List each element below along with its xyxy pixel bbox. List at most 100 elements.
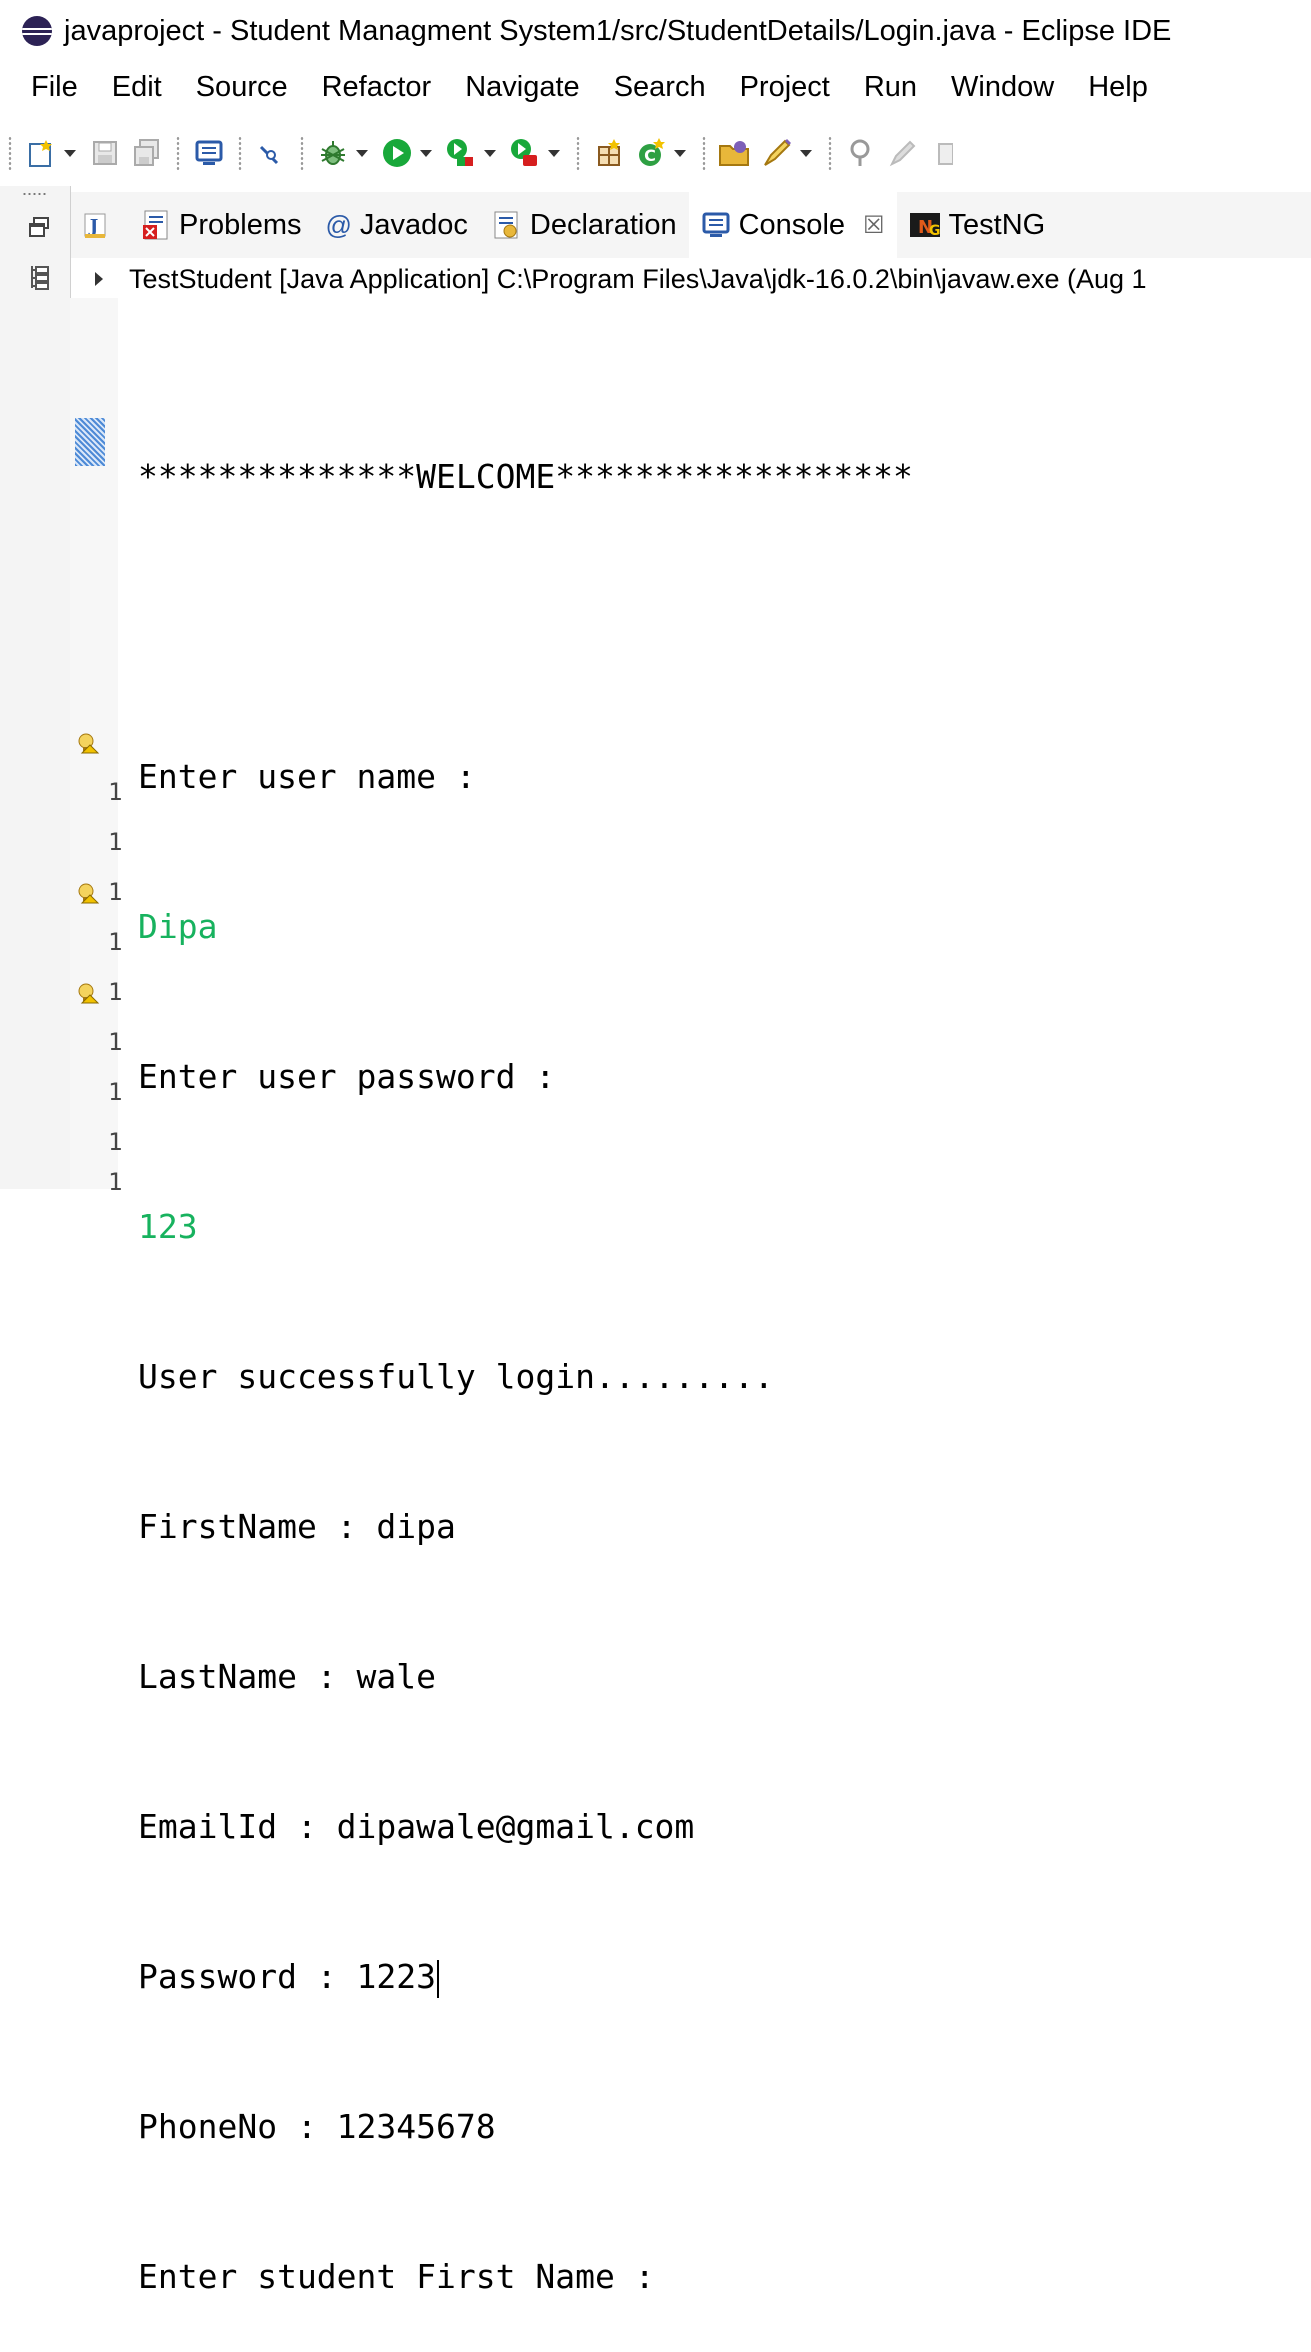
open-task-icon[interactable] <box>760 135 794 171</box>
menu-project[interactable]: Project <box>723 71 847 104</box>
warning-lightbulb-icon[interactable] <box>76 981 100 1005</box>
expand-arrow-icon[interactable] <box>95 272 103 286</box>
menu-search[interactable]: Search <box>597 71 723 104</box>
svg-text:G: G <box>929 223 941 239</box>
problems-icon <box>141 209 171 241</box>
open-console-icon[interactable] <box>192 135 226 171</box>
console-line: Enter student First Name : <box>138 2257 655 2296</box>
console-line: **************WELCOME****************** <box>138 457 913 496</box>
menu-navigate[interactable]: Navigate <box>448 71 596 104</box>
save-icon[interactable] <box>88 135 122 171</box>
line-number: 1 <box>108 878 123 906</box>
tab-label: Declaration <box>529 208 677 241</box>
console-line: PhoneNo : 12345678 <box>138 2107 496 2146</box>
tab-declaration[interactable]: Declaration <box>480 192 689 258</box>
console-line-text: Password : 1223 <box>138 1957 437 1996</box>
menu-run[interactable]: Run <box>847 71 934 104</box>
coverage-dropdown-icon[interactable] <box>482 135 498 171</box>
show-whitespace-icon[interactable] <box>928 135 962 171</box>
tab-label: Javadoc <box>359 208 468 241</box>
toolbar-separator <box>238 136 242 170</box>
console-line: Password : 1223 <box>138 1952 913 2002</box>
svg-text:J: J <box>88 216 99 237</box>
menu-source[interactable]: Source <box>179 71 305 104</box>
menu-file[interactable]: File <box>14 71 95 104</box>
toolbar-separator <box>8 136 12 170</box>
tab-label: TestNG <box>948 208 1046 241</box>
new-file-icon[interactable] <box>24 135 58 171</box>
task-dropdown-icon[interactable] <box>798 135 814 171</box>
menu-window[interactable]: Window <box>934 71 1071 104</box>
external-tools-dropdown-icon[interactable] <box>546 135 562 171</box>
dock-grip[interactable] <box>22 192 48 196</box>
toolbar-separator <box>300 136 304 170</box>
toggle-mark-occurrences-icon[interactable] <box>844 135 878 171</box>
tab-testng[interactable]: NG TestNG <box>897 192 1058 258</box>
menu-help[interactable]: Help <box>1071 71 1165 104</box>
menu-refactor[interactable]: Refactor <box>305 71 449 104</box>
tab-label: Problems <box>179 208 302 241</box>
hierarchy-icon[interactable] <box>26 264 52 295</box>
new-class-dropdown-icon[interactable] <box>672 135 688 171</box>
coverage-icon[interactable] <box>444 135 478 171</box>
close-icon[interactable]: ☒ <box>863 211 885 240</box>
skip-breakpoints-icon[interactable] <box>254 135 288 171</box>
console-line: Enter user password : <box>138 1057 556 1096</box>
tab-junit[interactable]: J <box>71 192 129 258</box>
restore-icon[interactable] <box>28 216 50 243</box>
open-type-icon[interactable] <box>718 135 752 171</box>
junit-icon: J <box>83 210 109 240</box>
console-line: FirstName : dipa <box>138 1507 456 1546</box>
tab-problems[interactable]: Problems <box>129 192 314 258</box>
text-caret <box>437 1959 440 1998</box>
tab-javadoc[interactable]: @ Javadoc <box>314 192 480 258</box>
console-process-row: TestStudent [Java Application] C:\Progra… <box>71 260 1311 298</box>
line-number: 1 <box>108 828 123 856</box>
tab-label: Console <box>738 208 846 241</box>
javadoc-icon: @ <box>325 209 352 240</box>
line-number: 1 <box>108 978 123 1006</box>
warning-lightbulb-icon[interactable] <box>76 881 100 905</box>
view-tab-strip: J Problems @ Javadoc Declaration Console… <box>71 192 1311 258</box>
toolbar-separator <box>828 136 832 170</box>
line-number: 1 <box>108 1128 123 1156</box>
line-number: 1 <box>108 1028 123 1056</box>
pencil-icon[interactable] <box>886 135 920 171</box>
main-toolbar: C <box>0 124 1311 182</box>
new-java-class-icon[interactable]: C <box>634 135 668 171</box>
new-java-package-icon[interactable] <box>592 135 626 171</box>
console-icon <box>701 210 731 240</box>
debug-dropdown-icon[interactable] <box>354 135 370 171</box>
console-input-line: Dipa <box>138 907 218 946</box>
run-icon[interactable] <box>380 135 414 171</box>
toolbar-separator <box>576 136 580 170</box>
line-number: 1 <box>108 1078 123 1106</box>
console-process-label: TestStudent [Java Application] C:\Progra… <box>129 263 1147 294</box>
testng-icon: NG <box>909 210 941 240</box>
console-output[interactable]: **************WELCOME****************** … <box>138 352 913 2352</box>
title-bar: javaproject - Student Managment System1/… <box>0 0 1311 62</box>
declaration-icon <box>492 209 522 241</box>
new-dropdown-icon[interactable] <box>62 135 78 171</box>
window-title: javaproject - Student Managment System1/… <box>64 14 1172 47</box>
console-line: LastName : wale <box>138 1657 437 1696</box>
console-input-line: 123 <box>138 1207 198 1246</box>
tab-console[interactable]: Console ☒ <box>688 192 897 258</box>
run-dropdown-icon[interactable] <box>418 135 434 171</box>
svg-text:C: C <box>644 146 656 165</box>
debug-icon[interactable] <box>316 135 350 171</box>
menu-edit[interactable]: Edit <box>95 71 179 104</box>
menu-bar: File Edit Source Refactor Navigate Searc… <box>0 64 1165 110</box>
scroll-marker <box>75 418 105 466</box>
save-all-icon[interactable] <box>130 135 164 171</box>
eclipse-logo-icon <box>22 16 52 46</box>
console-line: Enter user name : <box>138 757 476 796</box>
toolbar-separator <box>176 136 180 170</box>
external-tools-icon[interactable] <box>508 135 542 171</box>
warning-lightbulb-icon[interactable] <box>76 731 100 755</box>
line-number: 1 <box>108 928 123 956</box>
line-number: 1 <box>108 778 123 806</box>
toolbar-separator <box>702 136 706 170</box>
console-line: User successfully login......... <box>138 1357 774 1396</box>
